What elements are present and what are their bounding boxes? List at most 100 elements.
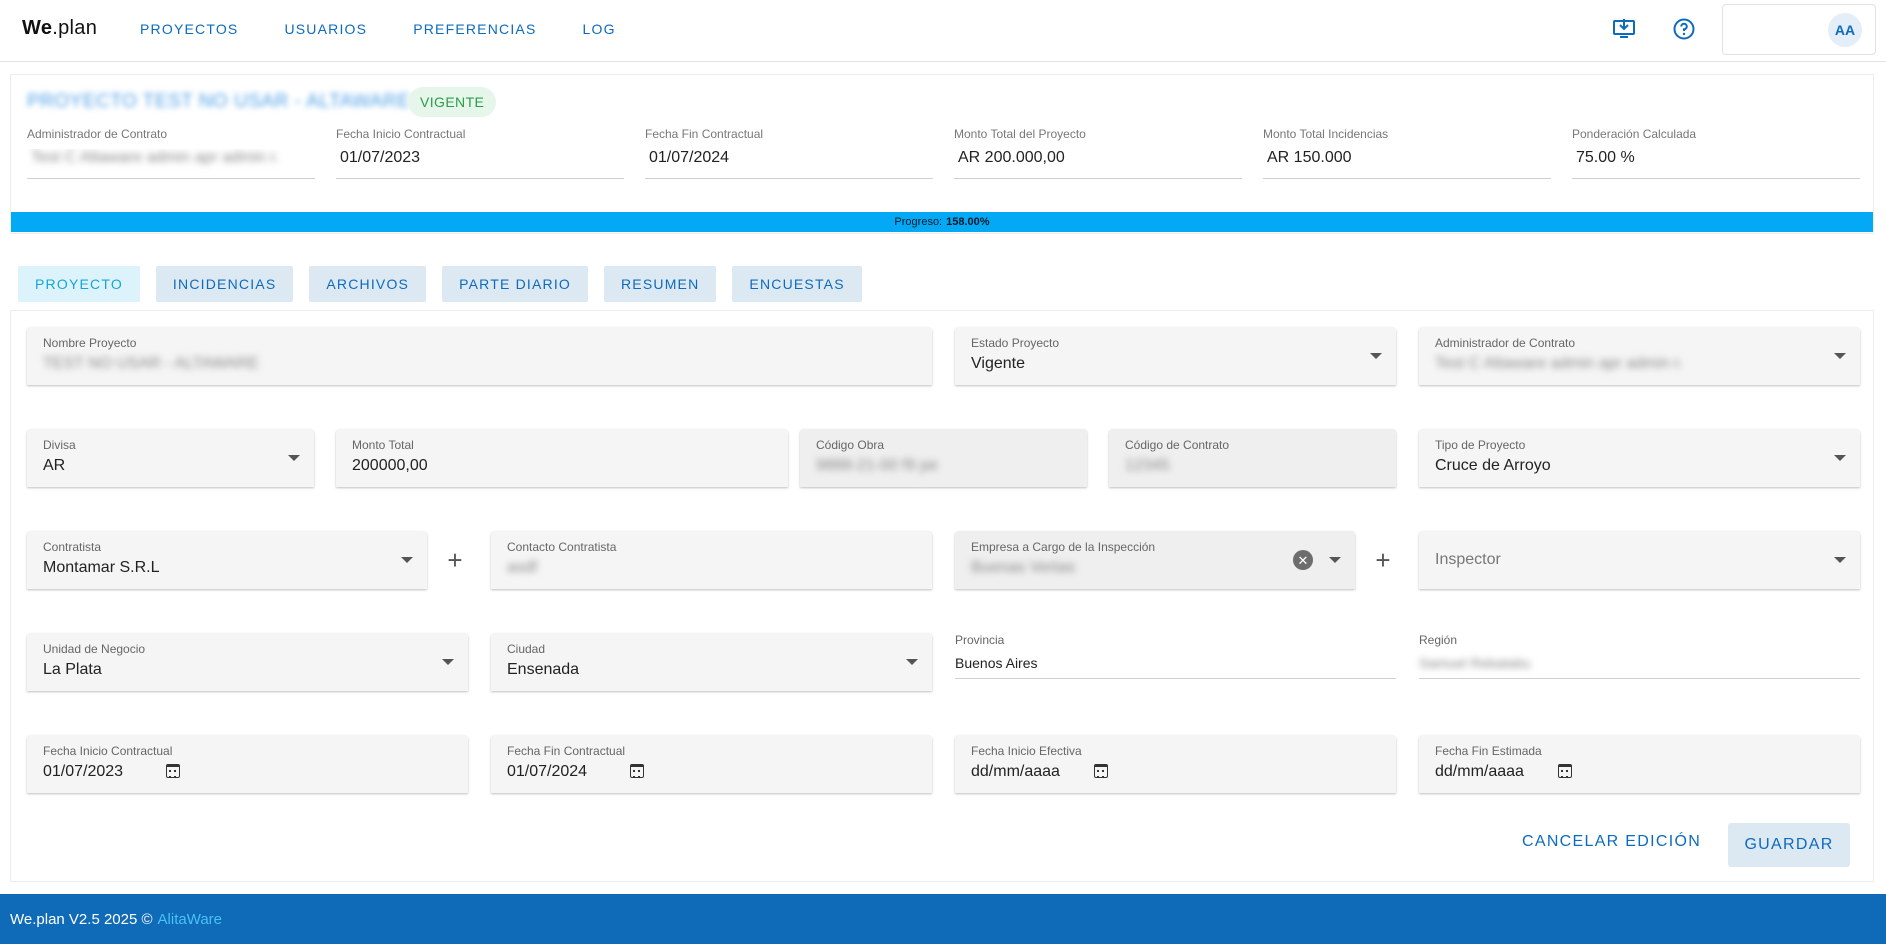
summary-label: Ponderación Calculada [1572, 127, 1697, 141]
field-value: 9888-21-00 f9 pe [816, 457, 938, 474]
tab-resumen[interactable]: RESUMEN [604, 266, 717, 302]
tipo-proyecto-select[interactable]: Tipo de Proyecto Cruce de Arroyo [1419, 429, 1860, 487]
summary-value: 75.00 % [1572, 149, 1860, 179]
field-value: Samuel Rebatatiu [1419, 655, 1531, 671]
contratista-select[interactable]: Contratista Montamar S.R.L [27, 531, 427, 589]
field-label: Provincia [955, 633, 1005, 647]
footer-brand-link[interactable]: AlitaWare [158, 911, 222, 928]
fecha-inicio-efectiva-input[interactable]: Fecha Inicio Efectiva dd/mm/aaaa [955, 735, 1396, 793]
summary-value: 01/07/2024 [645, 149, 933, 179]
nav-proyectos[interactable]: PROYECTOS [140, 21, 238, 37]
caret-down-icon[interactable] [1834, 353, 1846, 359]
caret-down-icon[interactable] [401, 557, 413, 563]
user-menu[interactable]: AA [1722, 4, 1876, 55]
field-label: Monto Total [352, 438, 414, 452]
add-contratista-icon[interactable]: + [444, 547, 466, 573]
unidad-negocio-select[interactable]: Unidad de Negocio La Plata [27, 633, 468, 691]
caret-down-icon[interactable] [1370, 353, 1382, 359]
field-value: 200000,00 [352, 457, 428, 474]
tab-archivos[interactable]: ARCHIVOS [309, 266, 427, 302]
administrador-select[interactable]: Administrador de Contrato Test C Altawar… [1419, 327, 1860, 385]
summary-value: AR 200.000,00 [954, 149, 1242, 179]
field-placeholder: Inspector [1435, 551, 1501, 568]
estado-proyecto-select[interactable]: Estado Proyecto Vigente [955, 327, 1396, 385]
caret-down-icon[interactable] [1329, 557, 1341, 563]
nav-preferencias[interactable]: PREFERENCIAS [413, 21, 536, 37]
nav-log[interactable]: LOG [583, 21, 616, 37]
field-label: Código Obra [816, 438, 885, 452]
help-icon[interactable] [1670, 15, 1698, 43]
save-button[interactable]: GUARDAR [1728, 823, 1850, 867]
field-label: Fecha Fin Contractual [507, 744, 626, 758]
divisa-select[interactable]: Divisa AR [27, 429, 314, 487]
fecha-fin-estimada-input[interactable]: Fecha Fin Estimada dd/mm/aaaa [1419, 735, 1860, 793]
summary-monto-total: Monto Total del Proyecto AR 200.000,00 [954, 127, 1242, 179]
project-summary-card: PROYECTO TEST NO USAR - ALTAWARE VIGENTE… [10, 74, 1874, 234]
summary-label: Monto Total Incidencias [1263, 127, 1389, 141]
caret-down-icon[interactable] [1834, 455, 1846, 461]
field-value: Vigente [971, 355, 1025, 372]
calendar-icon[interactable] [1558, 764, 1572, 778]
tab-parte-diario[interactable]: PARTE DIARIO [442, 266, 588, 302]
field-label: Código de Contrato [1125, 438, 1230, 452]
tab-incidencias[interactable]: INCIDENCIAS [155, 266, 294, 302]
add-inspeccion-icon[interactable]: + [1372, 547, 1394, 573]
contacto-contratista-select[interactable]: Contacto Contratista asdf [491, 531, 932, 589]
field-label: Región [1419, 633, 1458, 647]
clear-icon[interactable]: ✕ [1293, 550, 1313, 570]
footer-text: We.plan V2.5 2025 © [10, 910, 153, 928]
fecha-inicio-contractual-input[interactable]: Fecha Inicio Contractual 01/07/2023 [27, 735, 468, 793]
summary-fecha-fin: Fecha Fin Contractual 01/07/2024 [645, 127, 933, 179]
summary-monto-incidencias: Monto Total Incidencias AR 150.000 [1263, 127, 1551, 179]
tab-encuestas[interactable]: ENCUESTAS [732, 266, 862, 302]
footer: We.plan V2.5 2025 © AlitaWare [0, 894, 1886, 944]
field-label: Contacto Contratista [507, 540, 617, 554]
cancel-edit-button[interactable]: CANCELAR EDICIÓN [1522, 833, 1701, 851]
project-tabs: PROYECTO INCIDENCIAS ARCHIVOS PARTE DIAR… [18, 266, 878, 302]
progress-label: Progreso: [894, 216, 943, 228]
field-value: La Plata [43, 661, 102, 678]
caret-down-icon[interactable] [906, 659, 918, 665]
calendar-icon[interactable] [630, 764, 644, 778]
field-value: asdf [507, 559, 538, 576]
tab-proyecto[interactable]: PROYECTO [18, 266, 140, 302]
app-logo[interactable]: We.plan [22, 17, 97, 40]
monto-total-input[interactable]: Monto Total 200000,00 [336, 429, 788, 487]
caret-down-icon[interactable] [442, 659, 454, 665]
field-value: Montamar S.R.L [43, 559, 160, 576]
provincia-field: Provincia Buenos Aires [955, 633, 1396, 685]
calendar-icon[interactable] [166, 764, 180, 778]
field-label: Fecha Fin Estimada [1435, 744, 1542, 758]
summary-label: Administrador de Contrato [27, 127, 168, 141]
field-value: Buenos Aires [955, 655, 1396, 679]
fecha-fin-contractual-input[interactable]: Fecha Fin Contractual 01/07/2024 [491, 735, 932, 793]
caret-down-icon[interactable] [288, 455, 300, 461]
field-label: Contratista [43, 540, 102, 554]
caret-down-icon[interactable] [1834, 557, 1846, 563]
ciudad-select[interactable]: Ciudad Ensenada [491, 633, 932, 691]
codigo-contrato-input[interactable]: Código de Contrato 12345 [1109, 429, 1396, 487]
field-value: 01/07/2024 [507, 763, 588, 780]
field-label: Fecha Inicio Efectiva [971, 744, 1082, 758]
logo-rest: .plan [52, 17, 98, 39]
inspector-select[interactable]: Inspector [1419, 531, 1860, 589]
field-value: dd/mm/aaaa [1435, 763, 1524, 780]
summary-value: 01/07/2023 [336, 149, 624, 179]
field-value: AR [43, 457, 66, 474]
nombre-proyecto-field[interactable]: Nombre Proyecto TEST NO USAR - ALTAWARE [27, 327, 932, 385]
install-desktop-icon[interactable] [1610, 15, 1638, 43]
codigo-obra-input[interactable]: Código Obra 9888-21-00 f9 pe [800, 429, 1087, 487]
avatar[interactable]: AA [1828, 13, 1862, 47]
field-label: Empresa a Cargo de la Inspección [971, 540, 1156, 554]
logo-bold: We [22, 17, 53, 39]
field-label: Nombre Proyecto [43, 336, 137, 350]
summary-fecha-inicio: Fecha Inicio Contractual 01/07/2023 [336, 127, 624, 179]
empresa-inspeccion-select[interactable]: Empresa a Cargo de la Inspección Buenas … [955, 531, 1355, 589]
field-label: Administrador de Contrato [1435, 336, 1576, 350]
project-title: PROYECTO TEST NO USAR - ALTAWARE [27, 91, 411, 112]
calendar-icon[interactable] [1094, 764, 1108, 778]
region-field: Región Samuel Rebatatiu [1419, 633, 1860, 685]
main-nav: PROYECTOS USUARIOS PREFERENCIAS LOG [140, 0, 662, 58]
field-value: Cruce de Arroyo [1435, 457, 1551, 474]
nav-usuarios[interactable]: USUARIOS [284, 21, 367, 37]
